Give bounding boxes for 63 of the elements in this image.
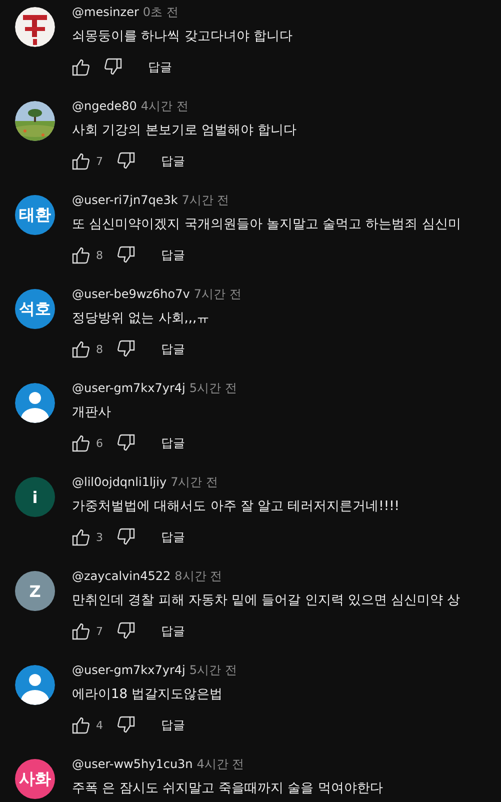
author-name[interactable]: @user-gm7kx7yr4j — [72, 663, 186, 677]
comment-text: 정당방위 없는 사회,,,ㅠ — [72, 310, 211, 327]
thumbs-up-icon[interactable] — [72, 246, 90, 264]
author-name[interactable]: @ngede80 — [72, 99, 137, 113]
reply-button[interactable]: 답글 — [148, 58, 172, 76]
comment-time: 5시간 전 — [189, 380, 237, 397]
comment-text: 만취인데 경찰 피해 자동차 밑에 들어갈 인지력 있으면 심신미약 상 — [72, 592, 462, 609]
like-count: 8 — [96, 342, 103, 356]
thumbs-up-icon[interactable] — [72, 58, 90, 76]
comment-text: 가중처벌법에 대해서도 아주 잘 알고 테러저지른거네!!!! — [72, 498, 401, 515]
comment-time: 7시간 전 — [170, 474, 218, 491]
avatar: 사화 — [15, 759, 55, 799]
like-count: 4 — [96, 718, 103, 732]
thumbs-up-icon[interactable] — [72, 434, 90, 452]
comment-time: 0초 전 — [142, 4, 178, 21]
comment-text: 주폭 은 잠시도 쉬지말고 죽을때까지 술을 먹여야한다 — [72, 780, 384, 797]
avatar: 석호 — [15, 289, 55, 329]
thumbs-up-icon[interactable] — [72, 622, 90, 640]
author-name[interactable]: @user-gm7kx7yr4j — [72, 381, 186, 395]
like-count: 8 — [96, 248, 103, 262]
thumbs-down-icon[interactable] — [104, 58, 122, 76]
author-name[interactable]: @user-ww5hy1cu3n — [72, 757, 193, 771]
comment-time: 5시간 전 — [189, 662, 237, 679]
avatar: 태환 — [15, 195, 55, 235]
thumbs-down-icon[interactable] — [117, 340, 135, 358]
thumbs-down-icon[interactable] — [117, 622, 135, 640]
like-count: 7 — [96, 154, 103, 168]
comment-time: 4시간 전 — [196, 756, 244, 773]
thumbs-down-icon[interactable] — [117, 152, 135, 170]
reply-button[interactable]: 답글 — [161, 716, 185, 734]
comment-time: 7시간 전 — [194, 286, 242, 303]
like-count: 6 — [96, 436, 103, 450]
like-count: 3 — [96, 530, 103, 544]
thumbs-up-icon[interactable] — [72, 340, 90, 358]
reply-button[interactable]: 답글 — [161, 528, 185, 546]
comment-time: 7시간 전 — [182, 192, 230, 209]
comment-time: 8시간 전 — [174, 568, 222, 585]
comment-text: 에라이18 법갈지도않은법 — [72, 686, 224, 703]
thumbs-up-icon[interactable] — [72, 528, 90, 546]
comment-text: 또 심신미약이겠지 국개의원들아 놀지말고 술먹고 하는범죄 심신미 — [72, 216, 462, 233]
reply-button[interactable]: 답글 — [161, 622, 185, 640]
thumbs-up-icon[interactable] — [72, 716, 90, 734]
author-name[interactable]: @zaycalvin4522 — [72, 569, 171, 583]
comment-text: 사회 기강의 본보기로 엄벌해야 합니다 — [72, 122, 298, 139]
author-name[interactable]: @user-ri7jn7qe3k — [72, 193, 178, 207]
thumbs-down-icon[interactable] — [117, 716, 135, 734]
comment-text: 쇠몽둥이를 하나씩 갖고다녀야 합니다 — [72, 28, 294, 45]
thumbs-down-icon[interactable] — [117, 434, 135, 452]
reply-button[interactable]: 답글 — [161, 340, 185, 358]
thumbs-down-icon[interactable] — [117, 246, 135, 264]
reply-button[interactable]: 답글 — [161, 246, 185, 264]
reply-button[interactable]: 답글 — [161, 152, 185, 170]
author-name[interactable]: @user-be9wz6ho7v — [72, 287, 190, 301]
avatar: i — [15, 477, 55, 517]
author-name[interactable]: @lil0ojdqnli1ljiy — [72, 475, 167, 489]
reply-button[interactable]: 답글 — [161, 434, 185, 452]
comment-time: 4시간 전 — [140, 98, 188, 115]
author-name[interactable]: @mesinzer — [72, 5, 139, 19]
like-count: 7 — [96, 624, 103, 638]
avatar: Z — [15, 571, 55, 611]
comment-text: 개판사 — [72, 404, 112, 421]
thumbs-down-icon[interactable] — [117, 528, 135, 546]
thumbs-up-icon[interactable] — [72, 152, 90, 170]
